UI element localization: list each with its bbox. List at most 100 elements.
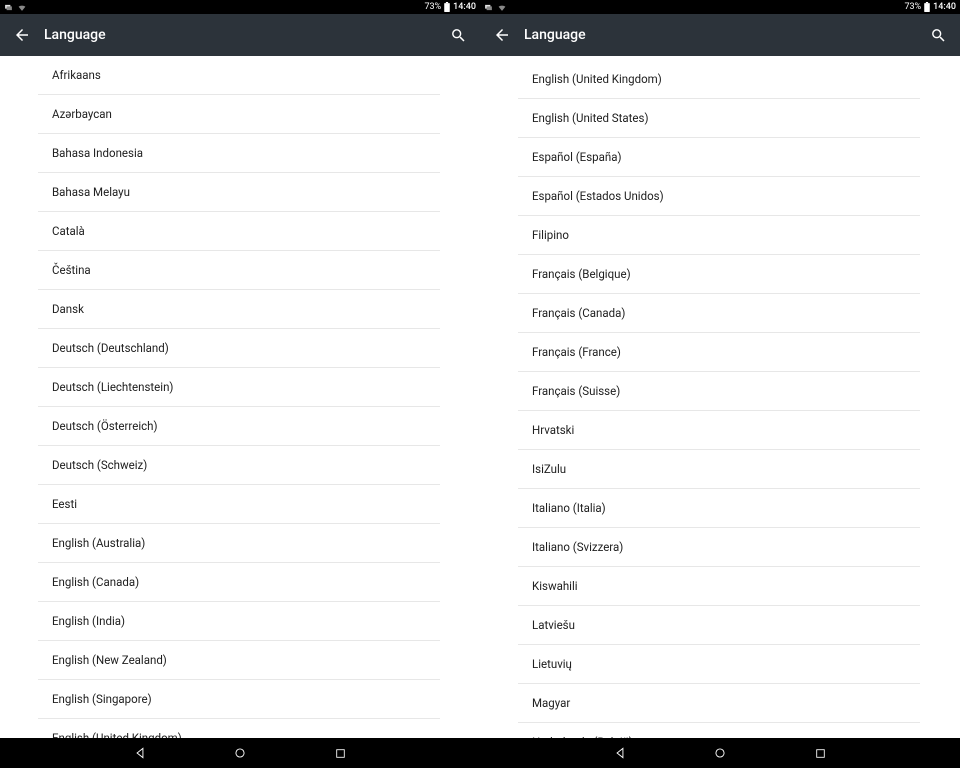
language-list-left[interactable]: Afrikaans Azərbaycan Bahasa Indonesia Bahas… (0, 56, 480, 768)
language-label: English (India) (52, 614, 125, 628)
language-row[interactable]: Hrvatski (518, 411, 920, 450)
language-label: English (United States) (532, 111, 648, 125)
language-label: English (New Zealand) (52, 653, 167, 667)
language-label: Deutsch (Österreich) (52, 419, 157, 433)
language-label: Deutsch (Liechtenstein) (52, 380, 173, 394)
nav-back-button[interactable] (126, 739, 154, 767)
wifi-icon (497, 3, 507, 12)
language-label: Français (France) (532, 345, 621, 359)
nav-bar (0, 738, 480, 768)
language-row[interactable]: Français (Belgique) (518, 255, 920, 294)
triangle-back-icon (133, 746, 147, 760)
language-label: Español (Estados Unidos) (532, 189, 664, 203)
search-icon (930, 27, 947, 44)
language-row[interactable]: Français (Suisse) (518, 372, 920, 411)
language-label: Italiano (Italia) (532, 501, 606, 515)
wifi-icon (17, 3, 27, 12)
language-label: Eesti (52, 497, 77, 511)
language-row[interactable]: Afrikaans (38, 56, 440, 95)
language-label: Deutsch (Schweiz) (52, 458, 147, 472)
language-row[interactable]: Français (Canada) (518, 294, 920, 333)
language-label: Magyar (532, 696, 570, 710)
status-clock: 14:40 (933, 2, 956, 12)
language-label: Hrvatski (532, 423, 574, 437)
status-bar: 73% 14:40 (0, 0, 480, 14)
language-label: Kiswahili (532, 579, 578, 593)
battery-percent: 73% (424, 2, 441, 12)
language-row[interactable]: English (India) (38, 602, 440, 641)
language-row[interactable]: Lietuvių (518, 645, 920, 684)
screenshot-icon (4, 3, 13, 12)
language-row[interactable]: Čeština (38, 251, 440, 290)
language-row[interactable]: Magyar (518, 684, 920, 723)
battery-icon (444, 2, 450, 12)
language-label: Français (Canada) (532, 306, 625, 320)
language-row[interactable]: Bahasa Indonesia (38, 134, 440, 173)
language-row[interactable]: Italiano (Svizzera) (518, 528, 920, 567)
status-clock: 14:40 (453, 2, 476, 12)
language-label: Lietuvių (532, 657, 572, 671)
language-row[interactable]: Deutsch (Deutschland) (38, 329, 440, 368)
language-row[interactable]: English (New Zealand) (38, 641, 440, 680)
nav-home-button[interactable] (706, 739, 734, 767)
back-button[interactable] (486, 19, 518, 51)
nav-recent-button[interactable] (326, 739, 354, 767)
triangle-back-icon (613, 746, 627, 760)
nav-back-button[interactable] (606, 739, 634, 767)
language-row[interactable]: English (United States) (518, 99, 920, 138)
app-bar: Language (480, 14, 960, 56)
language-row[interactable]: Kiswahili (518, 567, 920, 606)
language-row[interactable]: English (Singapore) (38, 680, 440, 719)
language-label: Italiano (Svizzera) (532, 540, 623, 554)
nav-home-button[interactable] (226, 739, 254, 767)
language-row[interactable]: IsiZulu (518, 450, 920, 489)
language-label: English (Canada) (52, 575, 139, 589)
language-row[interactable]: Deutsch (Liechtenstein) (38, 368, 440, 407)
language-row[interactable]: Italiano (Italia) (518, 489, 920, 528)
language-row[interactable]: Español (Estados Unidos) (518, 177, 920, 216)
language-label: English (Australia) (52, 536, 145, 550)
language-label: Español (España) (532, 150, 621, 164)
language-row[interactable]: Bahasa Melayu (38, 173, 440, 212)
language-row[interactable]: Latviešu (518, 606, 920, 645)
search-button[interactable] (922, 19, 954, 51)
language-row[interactable]: Eesti (38, 485, 440, 524)
language-row[interactable]: English (Canada) (38, 563, 440, 602)
battery-percent: 73% (904, 2, 921, 12)
pane-left: 73% 14:40 Language Afrikaans Azərbaycan Ba… (0, 0, 480, 768)
appbar-title: Language (44, 27, 442, 43)
nav-recent-button[interactable] (806, 739, 834, 767)
language-label: Čeština (52, 263, 91, 277)
language-label: English (United Kingdom) (532, 72, 662, 86)
search-icon (450, 27, 467, 44)
language-label: Deutsch (Deutschland) (52, 341, 169, 355)
language-label: Bahasa Melayu (52, 185, 130, 199)
pane-right: 73% 14:40 Language English (United Kingd… (480, 0, 960, 768)
language-row[interactable]: Deutsch (Schweiz) (38, 446, 440, 485)
app-bar: Language (0, 14, 480, 56)
search-button[interactable] (442, 19, 474, 51)
language-label: Latviešu (532, 618, 575, 632)
language-label: English (Singapore) (52, 692, 152, 706)
language-label: Filipino (532, 228, 569, 242)
language-label: Bahasa Indonesia (52, 146, 143, 160)
language-label: Français (Belgique) (532, 267, 631, 281)
back-button[interactable] (6, 19, 38, 51)
language-label: Français (Suisse) (532, 384, 620, 398)
language-row[interactable]: Français (France) (518, 333, 920, 372)
status-bar: 73% 14:40 (480, 0, 960, 14)
arrow-back-icon (493, 26, 511, 44)
language-row[interactable]: Català (38, 212, 440, 251)
language-row[interactable]: English (United Kingdom) (518, 60, 920, 99)
language-label: Afrikaans (52, 68, 101, 82)
language-row[interactable]: English (Australia) (38, 524, 440, 563)
language-list-right[interactable]: English (United Kingdom) English (United … (480, 56, 960, 768)
language-row[interactable]: Filipino (518, 216, 920, 255)
language-row[interactable]: Azərbaycan (38, 95, 440, 134)
language-row[interactable]: Dansk (38, 290, 440, 329)
language-label: Azərbaycan (52, 107, 112, 121)
language-row[interactable]: Español (España) (518, 138, 920, 177)
arrow-back-icon (13, 26, 31, 44)
language-row[interactable]: Deutsch (Österreich) (38, 407, 440, 446)
appbar-title: Language (524, 27, 922, 43)
